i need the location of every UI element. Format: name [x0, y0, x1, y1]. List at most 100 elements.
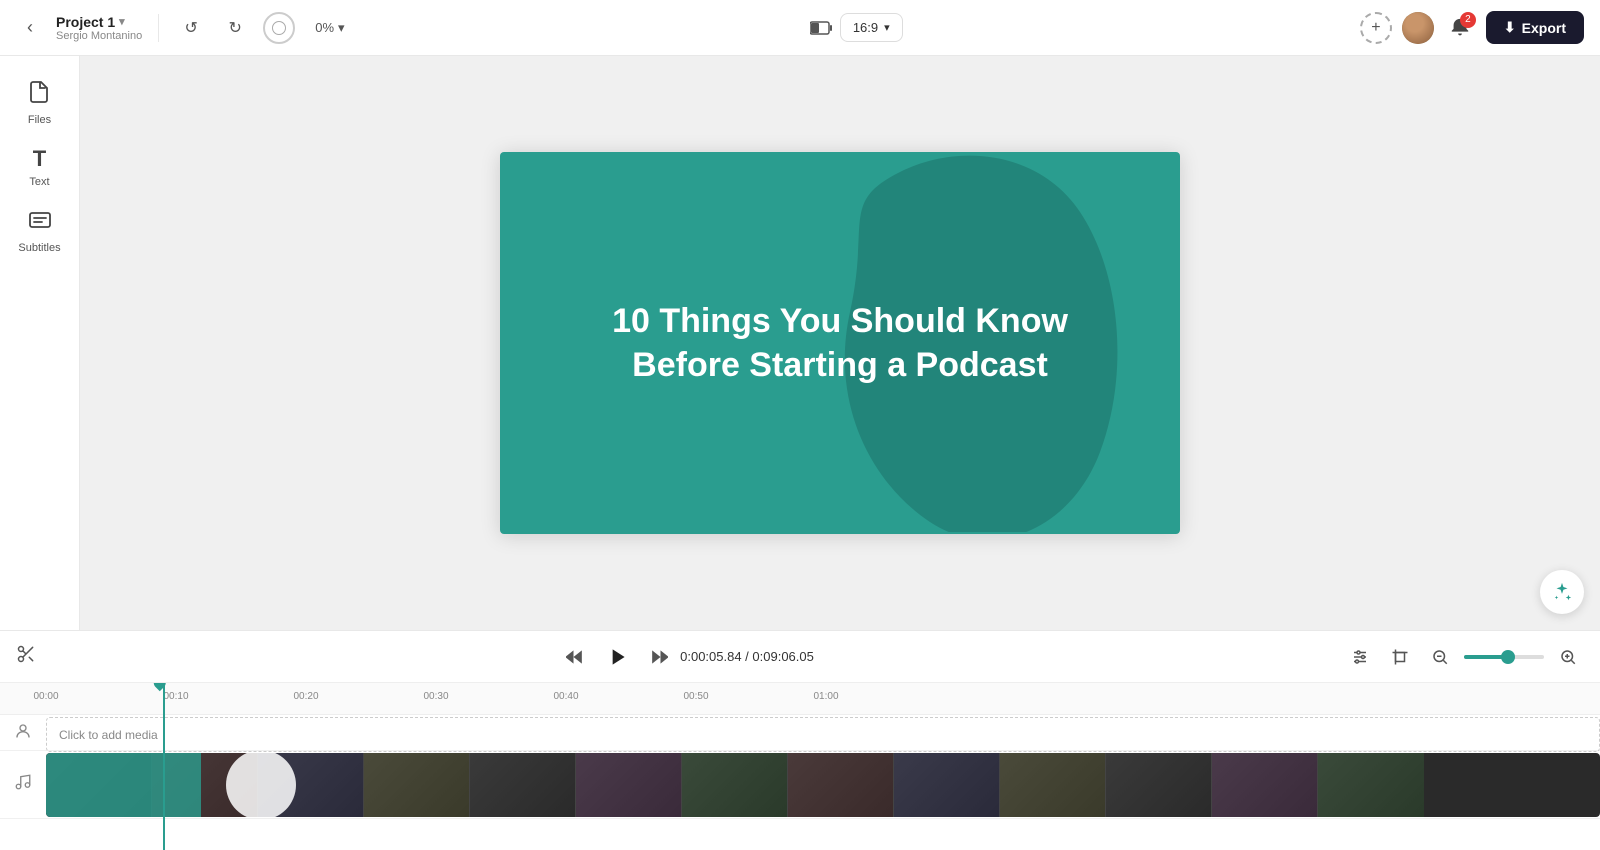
preview-title: 10 Things You Should Know Before Startin…	[612, 299, 1068, 387]
fast-forward-icon	[648, 647, 668, 667]
add-media-label: Click to add media	[59, 728, 158, 742]
filmstrip-container[interactable]	[46, 753, 1600, 817]
timeline-settings-button[interactable]	[1344, 641, 1376, 673]
frame-9	[894, 753, 1000, 817]
ruler-playhead	[163, 683, 165, 715]
undo-button[interactable]: ↺	[175, 12, 207, 44]
ruler-mark-5: 00:50	[683, 691, 708, 702]
avatar-image	[1402, 12, 1434, 44]
subtitles-label: Subtitles	[18, 242, 60, 254]
files-label: Files	[28, 114, 51, 126]
playback-center: 0:00:05.84 / 0:09:06.05	[566, 638, 814, 676]
playback-right	[1344, 641, 1584, 673]
play-icon	[604, 644, 630, 670]
volume-slider[interactable]	[1464, 655, 1544, 659]
files-icon	[28, 80, 52, 110]
frame-12	[1212, 753, 1318, 817]
rewind-icon	[566, 647, 586, 667]
add-media-button[interactable]: Click to add media	[46, 717, 1600, 752]
timeline-ruler: 00:00 00:10 00:20 00:30 00:40 00:50 01:0…	[0, 683, 1600, 715]
frame-10	[1000, 753, 1106, 817]
ruler-mark-3: 00:30	[423, 691, 448, 702]
track-row-video	[0, 751, 1600, 819]
frame-6	[576, 753, 682, 817]
ruler-mark-0: 00:00	[33, 691, 58, 702]
frame-5	[470, 753, 576, 817]
notifications-button[interactable]: 2	[1444, 12, 1476, 44]
magic-icon	[1551, 581, 1573, 603]
track-row-media: Click to add media	[0, 715, 1600, 751]
add-icon: +	[1371, 19, 1380, 37]
playback-time: 0:00:05.84 / 0:09:06.05	[680, 649, 814, 664]
track-left-1	[0, 722, 46, 743]
sidebar-item-subtitles[interactable]: Subtitles	[6, 200, 74, 262]
audio-icon	[14, 773, 32, 796]
zoom-in-button[interactable]	[1552, 641, 1584, 673]
notification-badge: 2	[1460, 12, 1476, 28]
sidebar-item-files[interactable]: Files	[6, 72, 74, 134]
fast-forward-button[interactable]	[648, 647, 668, 667]
record-button[interactable]	[263, 12, 295, 44]
crop-button[interactable]	[1384, 641, 1416, 673]
frame-8	[788, 753, 894, 817]
filmstrip-circle	[226, 753, 296, 817]
ruler-mark-2: 00:20	[293, 691, 318, 702]
timeline: 00:00 00:10 00:20 00:30 00:40 00:50 01:0…	[0, 683, 1600, 850]
project-info: Project 1 ▾ Sergio Montanino	[56, 14, 142, 42]
ruler-mark-4: 00:40	[553, 691, 578, 702]
project-title[interactable]: Project 1 ▾	[56, 14, 142, 30]
ruler-mark-6: 01:00	[813, 691, 838, 702]
frame-13	[1318, 753, 1424, 817]
sidebar: Files T Text Subtitles	[0, 56, 80, 630]
volume-control[interactable]	[1464, 655, 1544, 659]
battery-icon	[810, 21, 832, 35]
frame-7	[682, 753, 788, 817]
zoom-out-button[interactable]	[1424, 641, 1456, 673]
zoom-in-icon	[1559, 648, 1577, 666]
frame-11	[1106, 753, 1212, 817]
ruler-mark-1: 00:10	[163, 691, 188, 702]
topbar: ‹ Project 1 ▾ Sergio Montanino ↺ ↻ 0% ▾ …	[0, 0, 1600, 56]
playback-bar: 0:00:05.84 / 0:09:06.05	[0, 631, 1600, 683]
crop-icon	[1391, 648, 1409, 666]
text-icon: T	[33, 146, 46, 172]
magic-button[interactable]	[1540, 570, 1584, 614]
project-owner: Sergio Montanino	[56, 30, 142, 42]
track-left-2	[0, 773, 46, 796]
track-content-1: Click to add media	[46, 715, 1600, 750]
zoom-out-icon	[1431, 648, 1449, 666]
cut-icon[interactable]	[16, 644, 36, 669]
add-user-button[interactable]: +	[1360, 12, 1392, 44]
export-icon: ⬇	[1504, 19, 1516, 36]
zoom-value: 0%	[315, 20, 334, 35]
zoom-dropdown[interactable]: 0% ▾	[307, 16, 352, 40]
subtitles-icon	[28, 208, 52, 238]
back-button[interactable]: ‹	[16, 14, 44, 42]
export-button[interactable]: ⬇ Export	[1486, 11, 1584, 44]
playback-left	[16, 644, 36, 669]
redo-button[interactable]: ↻	[219, 12, 251, 44]
bottom-section: 0:00:05.84 / 0:09:06.05	[0, 630, 1600, 850]
text-label: Text	[29, 176, 49, 188]
preview-text: 10 Things You Should Know Before Startin…	[532, 299, 1148, 387]
topbar-right: + 2 ⬇ Export	[1360, 11, 1584, 44]
avatar[interactable]	[1402, 12, 1434, 44]
play-button[interactable]	[598, 638, 636, 676]
topbar-center: 16:9 ▾	[365, 13, 1348, 42]
divider	[158, 14, 159, 42]
timeline-tracks: Click to add media	[0, 715, 1600, 850]
volume-thumb	[1501, 650, 1515, 664]
sidebar-item-text[interactable]: T Text	[6, 138, 74, 196]
ruler-marks: 00:00 00:10 00:20 00:30 00:40 00:50 01:0…	[46, 683, 1600, 715]
canvas-area: 10 Things You Should Know Before Startin…	[80, 56, 1600, 630]
main-area: Files T Text Subtitles 10 Things You Sho…	[0, 56, 1600, 630]
export-label: Export	[1522, 20, 1566, 36]
rewind-button[interactable]	[566, 647, 586, 667]
sliders-icon	[1351, 648, 1369, 666]
frame-4	[364, 753, 470, 817]
aspect-ratio-button[interactable]: 16:9 ▾	[840, 13, 903, 42]
preview-background: 10 Things You Should Know Before Startin…	[500, 152, 1180, 534]
person-icon	[14, 722, 32, 743]
preview-canvas: 10 Things You Should Know Before Startin…	[500, 152, 1180, 534]
filmstrip	[46, 753, 1600, 817]
